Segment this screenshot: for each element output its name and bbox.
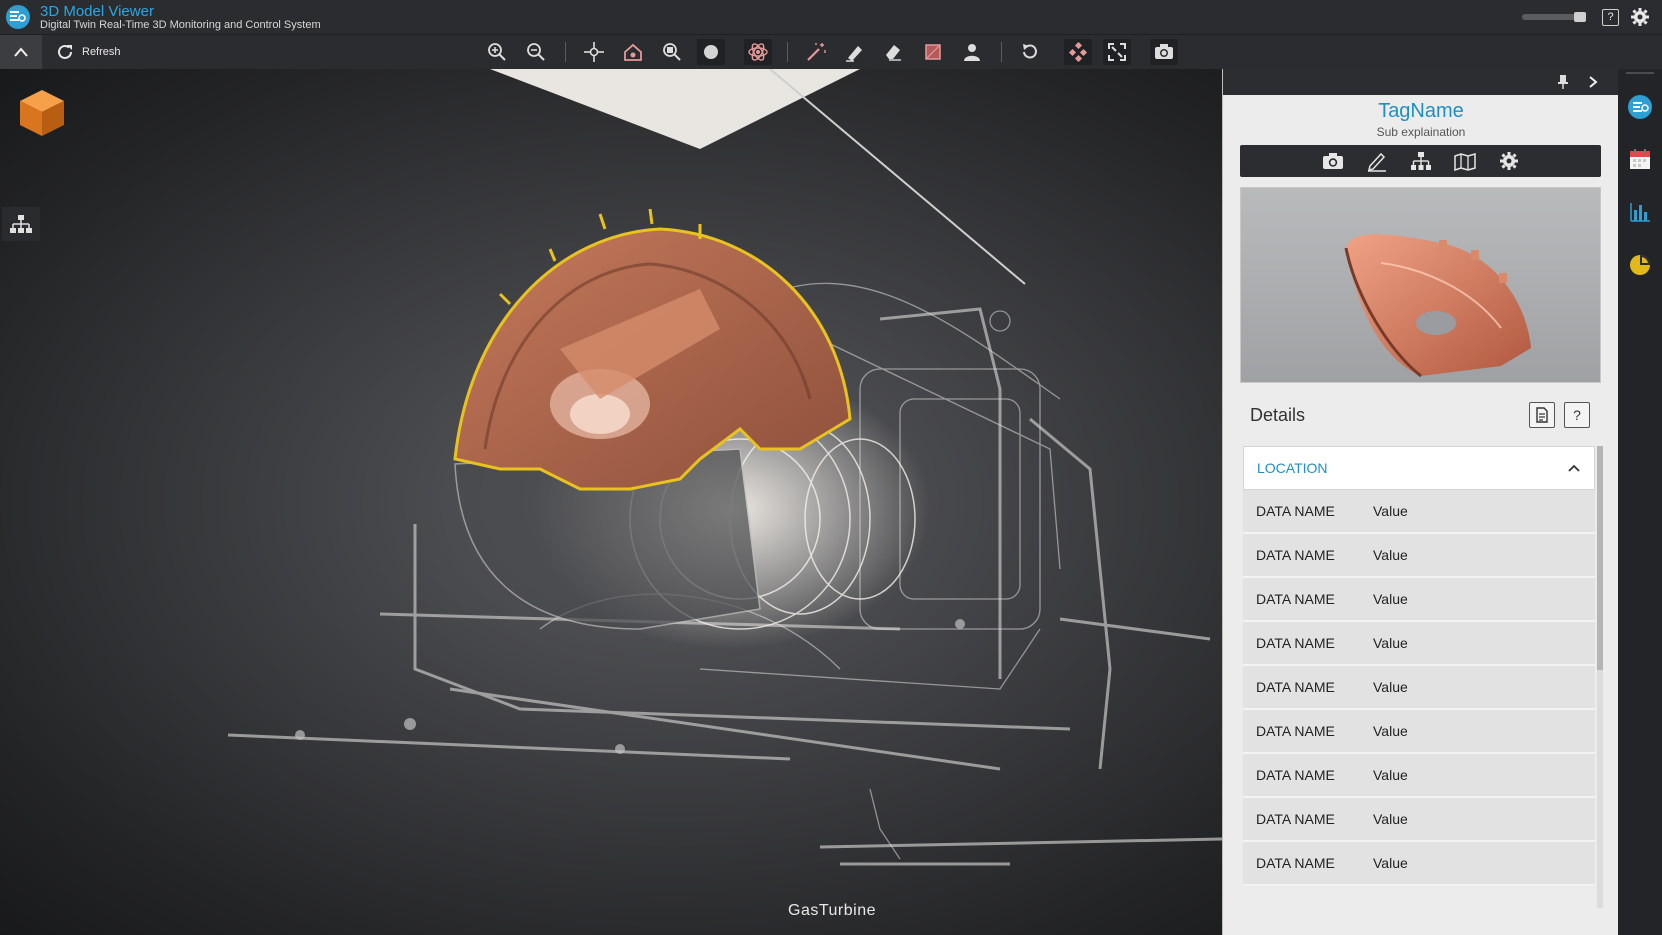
data-value: Value bbox=[1373, 503, 1408, 519]
data-value: Value bbox=[1373, 855, 1408, 871]
pin-icon[interactable] bbox=[1556, 74, 1570, 90]
data-row: DATA NAME Value bbox=[1243, 754, 1595, 798]
data-value: Value bbox=[1373, 635, 1408, 651]
calendar-icon[interactable] bbox=[1626, 145, 1654, 173]
fullscreen-icon[interactable] bbox=[1103, 39, 1131, 65]
title-bar: 3D Model Viewer Digital Twin Real-Time 3… bbox=[0, 0, 1662, 34]
map-icon[interactable] bbox=[1452, 148, 1478, 174]
hierarchy-icon bbox=[10, 215, 32, 233]
3d-viewport[interactable]: GasTurbine bbox=[0, 69, 1222, 935]
data-name-label: DATA NAME bbox=[1256, 767, 1335, 783]
pan-icon[interactable] bbox=[580, 39, 608, 65]
reset-icon[interactable] bbox=[1016, 39, 1044, 65]
zoom-out-icon[interactable] bbox=[522, 39, 550, 65]
part-preview-image bbox=[1240, 187, 1601, 383]
toolbar-divider bbox=[565, 42, 566, 62]
sidebar-divider bbox=[1626, 72, 1654, 74]
pie-chart-icon[interactable] bbox=[1626, 251, 1654, 279]
data-value: Value bbox=[1373, 723, 1408, 739]
app-subtitle: Digital Twin Real-Time 3D Monitoring and… bbox=[40, 19, 321, 31]
gas-turbine-model[interactable] bbox=[0, 69, 1222, 935]
details-help-button[interactable]: ? bbox=[1564, 402, 1590, 428]
location-section-title: LOCATION bbox=[1257, 460, 1328, 476]
data-name-label: DATA NAME bbox=[1256, 591, 1335, 607]
zoom-fit-icon[interactable] bbox=[658, 39, 686, 65]
wand-icon[interactable] bbox=[802, 39, 830, 65]
details-list: LOCATION DATA NAME Value DATA NAME Value D… bbox=[1243, 446, 1595, 908]
right-sidebar bbox=[1618, 69, 1662, 935]
app-logo-icon bbox=[6, 5, 30, 29]
toolbar: Refresh bbox=[0, 34, 1662, 69]
eraser-icon[interactable] bbox=[879, 39, 907, 65]
bar-chart-icon[interactable] bbox=[1626, 198, 1654, 226]
camera-icon[interactable] bbox=[1320, 148, 1346, 174]
data-value: Value bbox=[1373, 591, 1408, 607]
toolbar-divider bbox=[787, 42, 788, 62]
explode-icon[interactable] bbox=[1064, 39, 1092, 65]
data-row: DATA NAME Value bbox=[1243, 534, 1595, 578]
tag-name-title: TagName bbox=[1378, 100, 1464, 122]
panel-tab-bar bbox=[1240, 145, 1601, 177]
zoom-in-icon[interactable] bbox=[483, 39, 511, 65]
ui-scale-slider[interactable] bbox=[1522, 12, 1586, 22]
model-name-label: GasTurbine bbox=[788, 902, 876, 919]
data-value: Value bbox=[1373, 547, 1408, 563]
hierarchy-icon[interactable] bbox=[1408, 148, 1434, 174]
help-button[interactable]: ? bbox=[1602, 9, 1619, 26]
data-name-label: DATA NAME bbox=[1256, 503, 1335, 519]
model-tree-button[interactable] bbox=[2, 207, 40, 241]
highlighter-icon[interactable] bbox=[841, 39, 869, 65]
data-row: DATA NAME Value bbox=[1243, 490, 1595, 534]
scroll-thumb[interactable] bbox=[1597, 446, 1603, 670]
gear-icon[interactable] bbox=[1496, 148, 1522, 174]
data-value: Value bbox=[1373, 679, 1408, 695]
data-name-label: DATA NAME bbox=[1256, 855, 1335, 871]
location-section-header[interactable]: LOCATION bbox=[1243, 446, 1595, 490]
app-title: 3D Model Viewer bbox=[40, 3, 154, 20]
data-name-label: DATA NAME bbox=[1256, 723, 1335, 739]
refresh-icon bbox=[58, 44, 72, 59]
xray-icon[interactable] bbox=[744, 39, 772, 65]
data-value: Value bbox=[1373, 811, 1408, 827]
data-name-label: DATA NAME bbox=[1256, 635, 1335, 651]
person-icon[interactable] bbox=[958, 39, 986, 65]
data-name-label: DATA NAME bbox=[1256, 811, 1335, 827]
tag-sub-explanation: Sub explaination bbox=[1376, 125, 1466, 139]
data-row: DATA NAME Value bbox=[1243, 666, 1595, 710]
document-button[interactable] bbox=[1529, 402, 1555, 428]
data-value: Value bbox=[1373, 767, 1408, 783]
chevron-right-icon[interactable] bbox=[1587, 75, 1599, 89]
collapse-toolbar-button[interactable] bbox=[0, 35, 42, 69]
panel-header bbox=[1223, 69, 1618, 95]
screenshot-icon[interactable] bbox=[1150, 39, 1178, 65]
details-title: Details bbox=[1250, 405, 1306, 425]
edit-icon[interactable] bbox=[1364, 148, 1390, 174]
slider-thumb[interactable] bbox=[1574, 12, 1586, 22]
document-icon bbox=[1536, 407, 1548, 423]
data-row: DATA NAME Value bbox=[1243, 578, 1595, 622]
data-name-label: DATA NAME bbox=[1256, 547, 1335, 563]
data-row: DATA NAME Value bbox=[1243, 842, 1595, 886]
details-panel: TagName Sub explaination Details ? LOCAT… bbox=[1222, 69, 1618, 935]
data-row: DATA NAME Value bbox=[1243, 798, 1595, 842]
navigation-cube-icon[interactable] bbox=[18, 88, 66, 143]
chevron-up-icon[interactable] bbox=[1567, 463, 1581, 473]
solid-mode-icon[interactable] bbox=[697, 39, 725, 65]
data-row: DATA NAME Value bbox=[1243, 710, 1595, 754]
refresh-button[interactable]: Refresh bbox=[56, 41, 121, 63]
details-scrollbar[interactable] bbox=[1597, 446, 1603, 908]
settings-gear-icon[interactable] bbox=[1630, 7, 1650, 27]
section-box-icon[interactable] bbox=[919, 39, 947, 65]
data-row: DATA NAME Value bbox=[1243, 622, 1595, 666]
data-name-label: DATA NAME bbox=[1256, 679, 1335, 695]
home-view-icon[interactable] bbox=[619, 39, 647, 65]
monitor-icon[interactable] bbox=[1626, 93, 1654, 121]
toolbar-divider bbox=[1001, 42, 1002, 62]
refresh-label: Refresh bbox=[82, 46, 121, 58]
